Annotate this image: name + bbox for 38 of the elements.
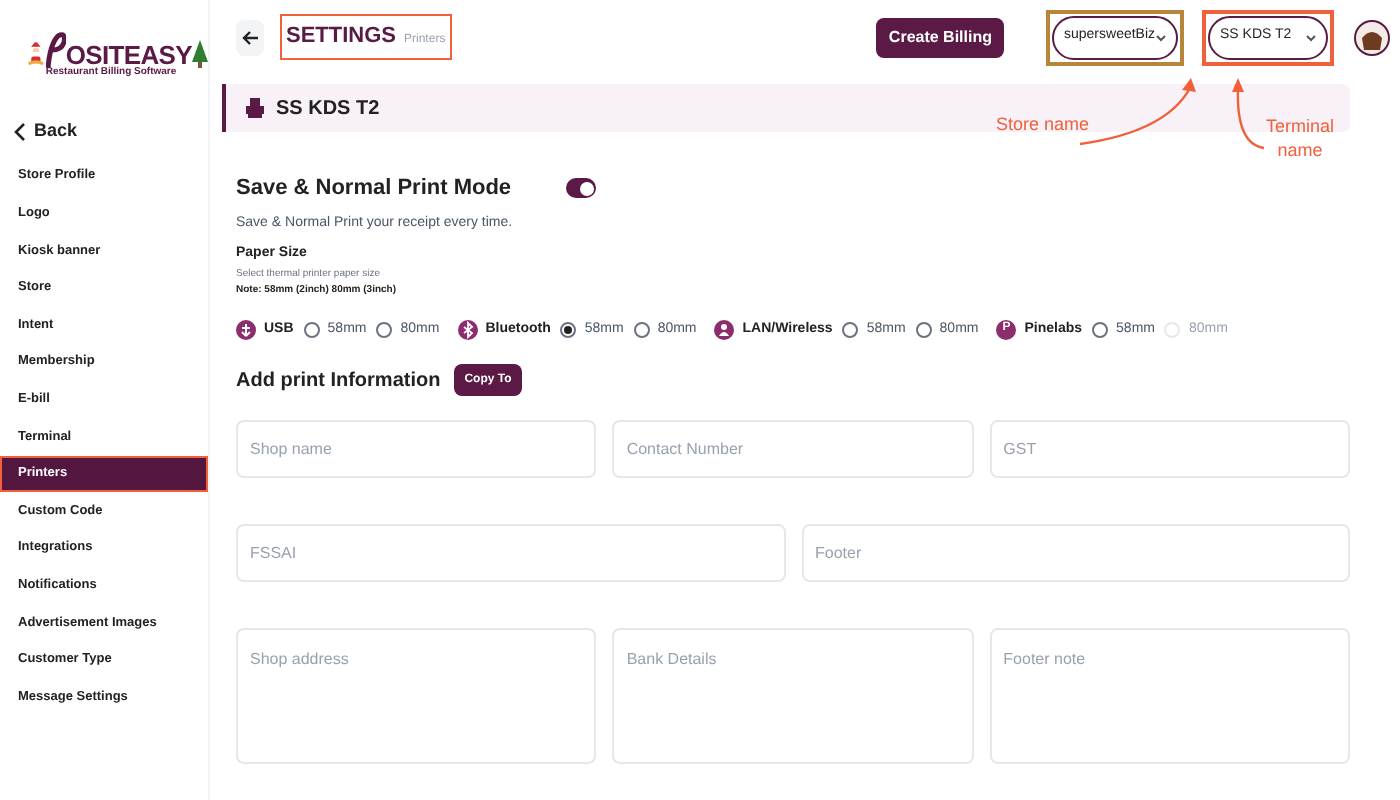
bluetooth-icon — [457, 319, 478, 340]
radio-button[interactable] — [915, 321, 932, 338]
create-billing-button[interactable]: Create Billing — [876, 17, 1004, 57]
chevron-left-icon — [14, 122, 26, 142]
section-title: Add print Information — [236, 367, 441, 395]
radio-button[interactable] — [303, 321, 320, 338]
toggle-switch[interactable] — [566, 178, 596, 199]
radio-button[interactable] — [842, 321, 859, 338]
annotation-arrow — [1228, 76, 1268, 152]
swoosh-icon — [45, 31, 66, 67]
input-field[interactable]: Contact Number — [612, 420, 974, 478]
input-field[interactable]: Shop address — [236, 628, 597, 764]
radio-button[interactable] — [560, 321, 577, 338]
input-field[interactable]: Footer note — [989, 628, 1350, 764]
back-link[interactable]: Back — [0, 108, 208, 156]
radio-button[interactable] — [633, 321, 650, 338]
arrow-left-icon — [242, 29, 258, 45]
input-field[interactable]: FSSAI — [236, 524, 785, 582]
radio-button[interactable] — [376, 321, 393, 338]
input-field[interactable]: Bank Details — [612, 628, 974, 764]
section-title: Save & Normal Print Mode — [236, 174, 512, 204]
person-icon — [714, 319, 735, 340]
back-button[interactable] — [236, 19, 264, 55]
annotation-label: Terminal name — [1264, 114, 1336, 162]
logo-text: OSITEASY — [65, 41, 192, 67]
tree-icon — [192, 39, 208, 67]
radio-button[interactable] — [1092, 321, 1109, 338]
chevron-down-icon — [1156, 33, 1166, 41]
chevron-down-icon — [1306, 33, 1316, 41]
banner-title: SS KDS T2 — [276, 95, 380, 123]
input-field[interactable]: Shop name — [236, 420, 597, 478]
usb-icon — [236, 319, 256, 340]
printer-icon — [246, 98, 264, 118]
avatar-icon[interactable] — [1354, 19, 1390, 55]
input-field[interactable]: Footer — [801, 524, 1350, 582]
page-title: SETTINGS — [286, 22, 397, 53]
input-field[interactable]: GST — [989, 420, 1350, 478]
annotation-label: Store name — [996, 112, 1090, 138]
